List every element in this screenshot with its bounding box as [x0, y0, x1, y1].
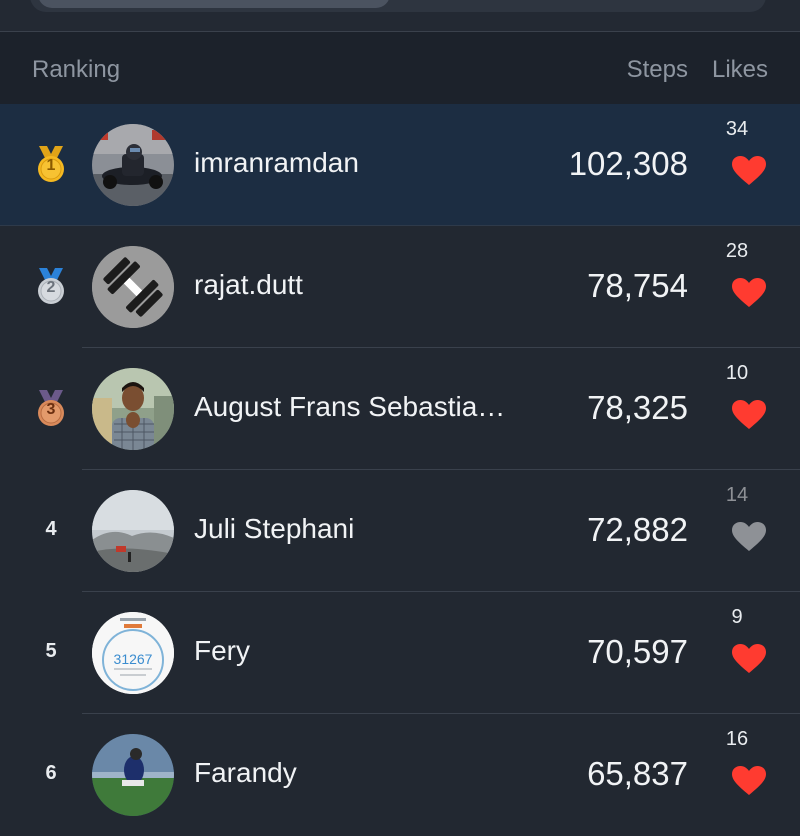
- likes-count: 9: [731, 606, 743, 628]
- heart-icon[interactable]: [732, 156, 766, 186]
- likes-count: 16: [725, 728, 749, 750]
- step-count: 78,325: [587, 389, 688, 426]
- avatar[interactable]: [92, 246, 174, 328]
- user-name: August Frans Sebastia…: [194, 391, 506, 422]
- avatar[interactable]: [92, 490, 174, 572]
- leaderboard-row[interactable]: 5 31267 Fery 70,597 9: [0, 592, 800, 714]
- step-count: 70,597: [587, 633, 688, 670]
- rank-number: 1: [46, 157, 56, 174]
- avatar[interactable]: [92, 124, 174, 206]
- heart-icon[interactable]: [732, 278, 766, 308]
- step-count: 102,308: [568, 145, 688, 182]
- likes-count: 10: [725, 362, 749, 384]
- rank-number: 2: [46, 279, 56, 296]
- leaderboard-row[interactable]: 2 rajat.dutt 78,754 28: [0, 226, 800, 348]
- likes-count: 28: [725, 240, 749, 262]
- leaderboard-header: Ranking Steps Likes: [0, 32, 800, 105]
- steps-column-header: Steps: [626, 56, 688, 83]
- user-name: Fery: [194, 635, 250, 666]
- leaderboard-row[interactable]: 1 imranramdan 102,308 34: [0, 104, 800, 226]
- rank-number: 3: [46, 401, 56, 418]
- user-name: Farandy: [194, 757, 297, 788]
- heart-icon[interactable]: [732, 766, 766, 796]
- segmented-control-selected[interactable]: [38, 0, 390, 8]
- mountain-photo: [92, 490, 174, 572]
- likes-column-header: Likes: [711, 56, 768, 83]
- avatar[interactable]: 31267: [92, 612, 174, 694]
- likes-count: 34: [725, 118, 749, 140]
- ranking-column-header: Ranking: [32, 56, 121, 83]
- leaderboard-row[interactable]: 3 August Frans Sebastia… 78,325 10: [0, 348, 800, 470]
- step-counter-screenshot: 31267: [92, 612, 174, 694]
- avatar[interactable]: [92, 734, 174, 816]
- heart-icon[interactable]: [732, 400, 766, 430]
- rank-number: 5: [45, 640, 57, 662]
- step-count: 78,754: [587, 267, 688, 304]
- avatar-step-value: 31267: [114, 651, 153, 667]
- leaderboard-row[interactable]: 4 Juli Stephani 72,882 14: [0, 470, 800, 592]
- top-segment-area: [0, 0, 800, 32]
- soccer-photo: [92, 734, 174, 816]
- heart-icon[interactable]: [732, 644, 766, 674]
- rank-number: 4: [45, 518, 57, 540]
- step-count: 72,882: [587, 511, 688, 548]
- leaderboard-row[interactable]: 6 Farandy 65,837 16: [0, 714, 800, 836]
- heart-outline-icon[interactable]: [732, 522, 766, 552]
- dumbbell-icon: [92, 246, 174, 328]
- user-name: imranramdan: [194, 147, 359, 178]
- person-photo: [92, 368, 174, 450]
- user-name: Juli Stephani: [194, 513, 355, 544]
- likes-count: 14: [725, 484, 749, 506]
- rank-number: 6: [45, 762, 57, 784]
- avatar[interactable]: [92, 368, 174, 450]
- step-count: 65,837: [587, 755, 688, 792]
- go-kart-photo: [92, 124, 174, 206]
- user-name: rajat.dutt: [194, 269, 303, 300]
